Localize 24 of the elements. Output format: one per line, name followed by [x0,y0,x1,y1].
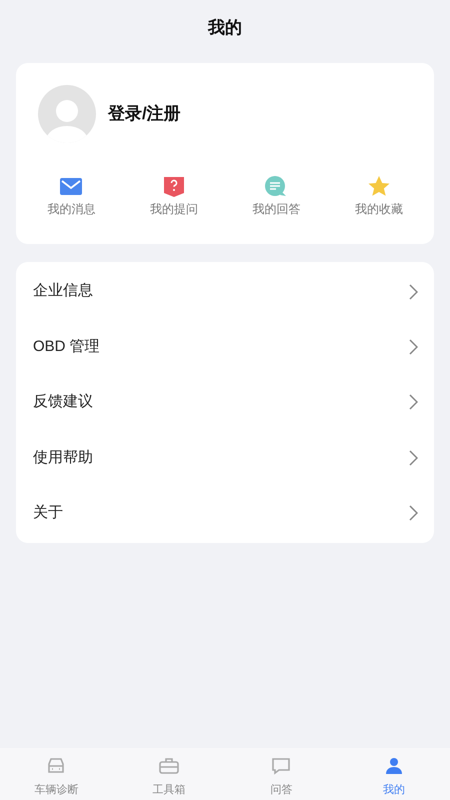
chevron-right-icon [409,339,418,356]
chevron-right-icon [409,450,418,466]
shortcut-button[interactable]: 我的消息 [20,175,122,218]
menu-item[interactable]: 反馈建议 [16,374,434,430]
shortcut-button[interactable]: 我的收藏 [328,175,430,218]
page-title: 我的 [208,17,242,40]
tab[interactable]: 工具箱 [112,748,225,800]
envelope-icon [59,175,84,197]
login-link[interactable]: 登录/注册 [108,101,181,127]
question-icon [162,175,186,197]
chat-bubble-icon [264,175,288,197]
tab[interactable]: 车辆诊断 [0,748,112,800]
shortcut-button[interactable]: 我的回答 [225,175,328,218]
tab[interactable]: 问答 [225,748,338,800]
menu-item[interactable]: 使用帮助 [16,430,434,486]
shortcut-button[interactable]: 我的提问 [122,175,225,218]
chevron-right-icon [409,394,418,410]
chevron-right-icon [409,284,418,300]
menu-item[interactable]: OBD 管理 [16,319,434,375]
menu-item[interactable]: 关于 [16,486,434,541]
menu-item[interactable]: 企业信息 [16,264,434,320]
star-icon [366,175,391,197]
tab[interactable]: 我的 [338,748,450,800]
chevron-right-icon [409,505,418,522]
